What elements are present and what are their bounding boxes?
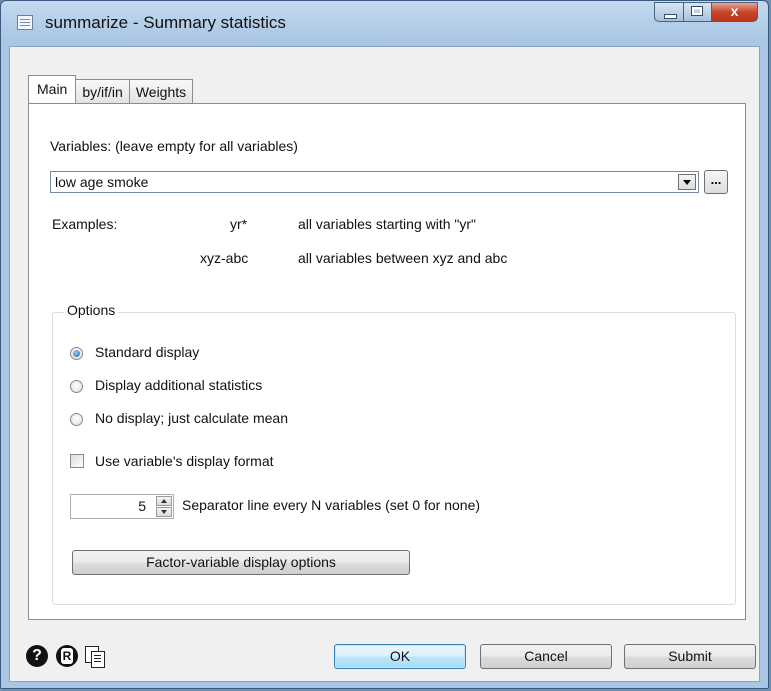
display-format-checkbox[interactable] [70, 454, 84, 468]
variables-combobox[interactable]: low age smoke [50, 171, 699, 193]
minimize-icon [664, 14, 677, 19]
app-icon[interactable] [17, 15, 33, 30]
factor-variable-options-button[interactable]: Factor-variable display options [72, 550, 410, 575]
spinner-buttons [156, 496, 172, 517]
example-pattern: yr* [230, 216, 248, 232]
standard-display-label[interactable]: Standard display [95, 344, 199, 360]
variables-label: Variables: (leave empty for all variable… [50, 138, 298, 154]
tab-strip: Main by/if/in Weights [28, 75, 194, 103]
help-icon[interactable]: ? [26, 645, 48, 667]
copy-page-front [91, 651, 105, 668]
no-display-label[interactable]: No display; just calculate mean [95, 410, 288, 426]
examples-label: Examples: [52, 216, 118, 232]
separator-spinner[interactable]: 5 [70, 494, 174, 519]
browse-variables-button[interactable]: ... [704, 170, 728, 194]
copy-icon[interactable] [84, 645, 106, 668]
cancel-button[interactable]: Cancel [480, 644, 612, 669]
spin-up-icon[interactable] [156, 496, 172, 506]
example-description: all variables between xyz and abc [298, 250, 508, 266]
title-bar[interactable]: summarize - Summary statistics x [1, 1, 768, 45]
example-description: all variables starting with "yr" [298, 216, 477, 232]
close-button[interactable]: x [712, 2, 758, 22]
maximize-button[interactable] [684, 2, 712, 22]
variables-value: low age smoke [55, 174, 149, 190]
separator-label: Separator line every N variables (set 0 … [182, 497, 481, 513]
options-title: Options [64, 302, 119, 318]
example-pattern: xyz-abc [200, 250, 249, 266]
additional-statistics-label[interactable]: Display additional statistics [95, 377, 262, 393]
display-format-label[interactable]: Use variable's display format [95, 453, 274, 469]
standard-display-radio[interactable] [70, 347, 83, 360]
tab-main[interactable]: Main [28, 75, 77, 103]
reset-icon[interactable] [56, 645, 78, 667]
no-display-radio[interactable] [70, 413, 83, 426]
spin-down-icon[interactable] [156, 507, 172, 517]
close-icon: x [730, 3, 739, 19]
maximize-icon [691, 6, 703, 16]
dropdown-arrow-icon[interactable] [678, 174, 696, 190]
submit-button[interactable]: Submit [624, 644, 756, 669]
window-title: summarize - Summary statistics [45, 13, 286, 32]
minimize-button[interactable] [654, 2, 684, 22]
tab-by-if-in[interactable]: by/if/in [75, 79, 130, 103]
separator-value: 5 [138, 498, 146, 514]
tab-weights[interactable]: Weights [128, 79, 194, 103]
caption-buttons: x [654, 2, 758, 23]
additional-statistics-radio[interactable] [70, 380, 83, 393]
ok-button[interactable]: OK [334, 644, 466, 669]
